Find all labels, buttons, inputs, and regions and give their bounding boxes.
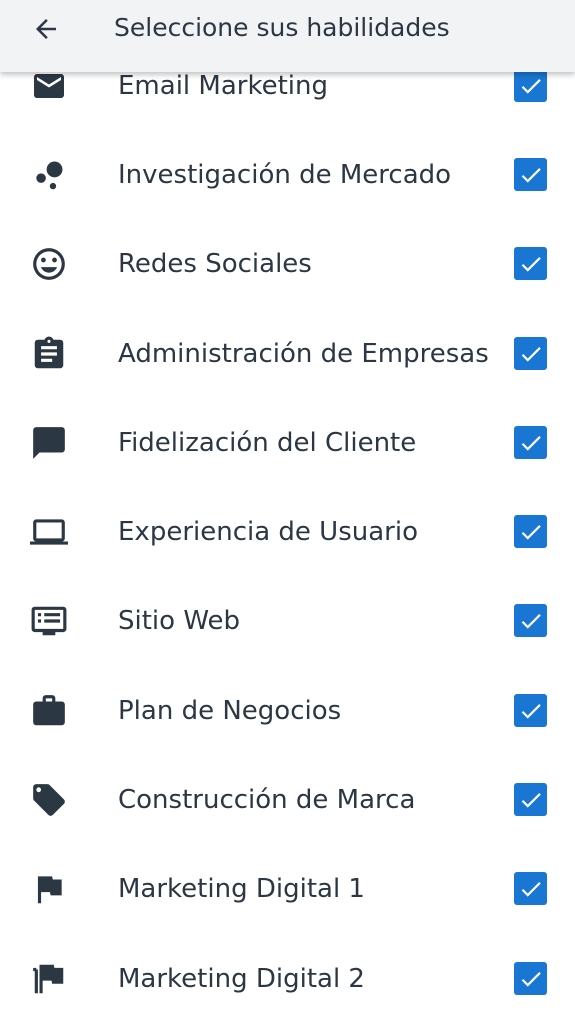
- skill-checkbox[interactable]: [514, 247, 547, 280]
- skill-label: Marketing Digital 1: [118, 874, 365, 904]
- skill-row-plan-negocios[interactable]: Plan de Negocios: [0, 681, 575, 741]
- flags-icon: [30, 963, 68, 995]
- web-icon: [30, 605, 68, 637]
- skill-row-construccion-marca[interactable]: Construcción de Marca: [0, 770, 575, 830]
- back-button[interactable]: [22, 8, 70, 50]
- flag-icon: [30, 873, 68, 905]
- smiley-icon: [30, 248, 68, 280]
- briefcase-icon: [30, 695, 68, 727]
- laptop-icon: [30, 516, 68, 548]
- skill-row-fidelizacion-cliente[interactable]: Fidelización del Cliente: [0, 413, 575, 473]
- skill-checkbox[interactable]: [514, 69, 547, 102]
- skill-label: Fidelización del Cliente: [118, 428, 417, 458]
- skill-checkbox[interactable]: [514, 515, 547, 548]
- skill-label: Experiencia de Usuario: [118, 517, 418, 547]
- bubbles-icon: [30, 159, 68, 191]
- app-bar: Seleccione sus habilidades: [0, 0, 575, 72]
- skill-label: Email Marketing: [118, 71, 328, 101]
- skill-checkbox[interactable]: [514, 962, 547, 995]
- mail-icon: [30, 70, 68, 102]
- skill-label: Investigación de Mercado: [118, 160, 452, 190]
- skill-row-administracion-empresas[interactable]: Administración de Empresas: [0, 324, 575, 384]
- skill-checkbox[interactable]: [514, 604, 547, 637]
- page-title: Seleccione sus habilidades: [114, 13, 450, 42]
- skill-checkbox[interactable]: [514, 337, 547, 370]
- skill-label: Marketing Digital 2: [118, 964, 365, 994]
- skill-label: Administración de Empresas: [118, 339, 489, 369]
- skill-row-experiencia-usuario[interactable]: Experiencia de Usuario: [0, 502, 575, 562]
- skill-checkbox[interactable]: [514, 694, 547, 727]
- skill-row-redes-sociales[interactable]: Redes Sociales: [0, 234, 575, 294]
- clipboard-icon: [30, 336, 68, 370]
- skill-label: Redes Sociales: [118, 249, 312, 279]
- skill-checkbox[interactable]: [514, 783, 547, 816]
- skill-label: Construcción de Marca: [118, 785, 416, 815]
- skill-label: Plan de Negocios: [118, 696, 342, 726]
- skill-checkbox[interactable]: [514, 872, 547, 905]
- tag-icon: [30, 784, 68, 816]
- skill-row-marketing-digital-2[interactable]: Marketing Digital 2: [0, 949, 575, 1009]
- skill-label: Sitio Web: [118, 606, 241, 636]
- skill-row-sitio-web[interactable]: Sitio Web: [0, 591, 575, 651]
- skill-checkbox[interactable]: [514, 158, 547, 191]
- chat-icon: [30, 427, 68, 459]
- arrow-left-icon: [31, 14, 61, 44]
- skill-checkbox[interactable]: [514, 426, 547, 459]
- skill-row-marketing-digital-1[interactable]: Marketing Digital 1: [0, 859, 575, 919]
- skill-row-investigacion-mercado[interactable]: Investigación de Mercado: [0, 145, 575, 205]
